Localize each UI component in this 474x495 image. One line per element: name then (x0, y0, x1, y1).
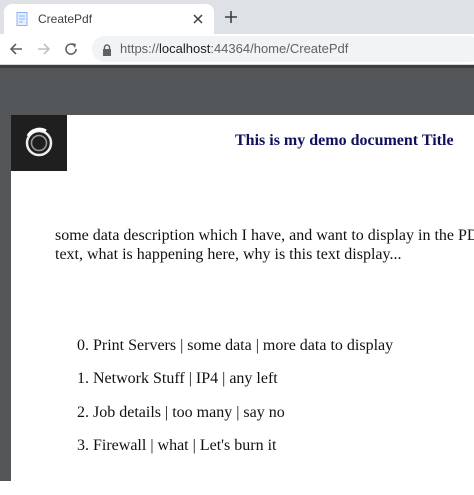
pdf-viewer: This is my demo document Title some data… (0, 65, 474, 495)
reload-icon[interactable] (61, 39, 81, 59)
document-list: 0. Print Servers | some data | more data… (77, 336, 393, 469)
pdf-page: This is my demo document Title some data… (11, 115, 474, 495)
browser-tab[interactable]: CreatePdf (4, 4, 214, 34)
url-scheme: https:// (120, 41, 160, 56)
description-line: text, what is happening here, why is thi… (55, 246, 402, 263)
viewer-toolbar-shadow (0, 65, 474, 68)
document-icon (15, 12, 29, 26)
description-line: some data description which I have, and … (55, 227, 474, 244)
list-item: 3. Firewall | what | Let's burn it (77, 436, 277, 454)
lock-icon[interactable] (102, 43, 112, 61)
url-host: localhost (159, 41, 211, 56)
tab-strip: CreatePdf (0, 0, 474, 34)
document-description: some data description which I have, and … (55, 226, 474, 264)
url-path: :44364/home/CreatePdf (210, 41, 349, 56)
browser-toolbar: https://localhost:44364/home/CreatePdf (0, 34, 474, 65)
new-tab-icon[interactable] (222, 8, 240, 26)
logo (11, 115, 67, 171)
back-arrow-icon[interactable] (6, 39, 26, 59)
address-bar[interactable]: https://localhost:44364/home/CreatePdf (92, 36, 474, 62)
list-item: 0. Print Servers | some data | more data… (77, 337, 394, 354)
document-title: This is my demo document Title (235, 132, 454, 149)
url-text: https://localhost:44364/home/CreatePdf (120, 41, 348, 56)
list-item: 2. Job details | too many | say no (77, 403, 285, 421)
list-item: 1. Network Stuff | IP4 | any left (77, 370, 278, 388)
forward-arrow-icon[interactable] (34, 39, 54, 59)
close-icon[interactable] (190, 11, 206, 27)
tab-title: CreatePdf (38, 12, 93, 26)
